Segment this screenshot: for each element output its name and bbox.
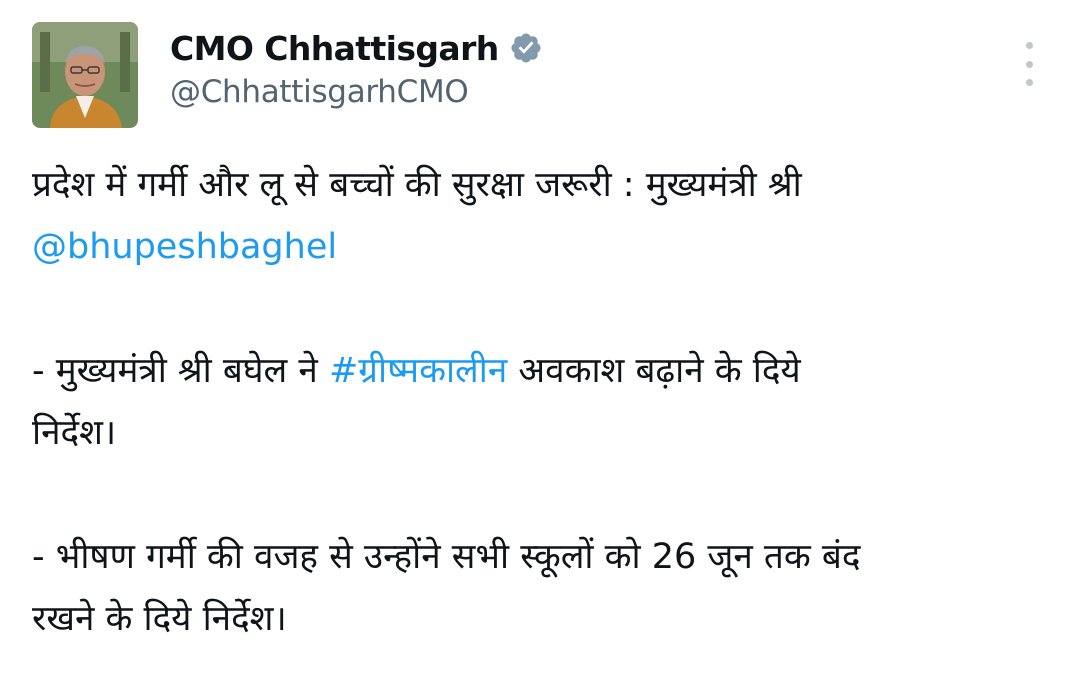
tweet-text: प्रदेश में गर्मी और लू से बच्चों की सुरक… bbox=[32, 154, 1052, 650]
more-dot bbox=[1025, 79, 1033, 86]
tweet-card: CMO Chhattisgarh @ChhattisgarhCMO प्रदेश… bbox=[0, 0, 1080, 696]
avatar-photo bbox=[32, 22, 138, 128]
mention-link[interactable]: @bhupeshbaghel bbox=[32, 227, 337, 267]
tweet-line: - भीषण गर्मी की वजह से उन्होंने सभी स्कू… bbox=[32, 537, 861, 577]
hashtag-link[interactable]: #ग्रीष्मकालीन bbox=[329, 351, 507, 391]
bullet1-prefix: - मुख्यमंत्री श्री बघेल ने bbox=[32, 351, 329, 391]
more-dot bbox=[1025, 60, 1033, 68]
tweet-line: रखने के दिये निर्देश। bbox=[32, 599, 287, 639]
tweet-line: निर्देश। bbox=[32, 413, 117, 453]
author-handle[interactable]: @ChhattisgarhCMO bbox=[170, 74, 469, 110]
more-vertical-icon[interactable] bbox=[1012, 42, 1046, 86]
tweet-line: प्रदेश में गर्मी और लू से बच्चों की सुरक… bbox=[32, 165, 802, 205]
author-display-name[interactable]: CMO Chhattisgarh bbox=[170, 29, 499, 68]
avatar[interactable] bbox=[32, 22, 138, 128]
verified-badge-icon bbox=[511, 33, 541, 63]
more-dot bbox=[1025, 42, 1033, 49]
tweet-line: - मुख्यमंत्री श्री बघेल ने #ग्रीष्मकालीन… bbox=[32, 340, 1052, 402]
bullet1-suffix: अवकाश बढ़ाने के दिये bbox=[507, 351, 801, 391]
author-name-row: CMO Chhattisgarh bbox=[170, 26, 543, 70]
tweet-line: @bhupeshbaghel bbox=[32, 216, 1052, 278]
